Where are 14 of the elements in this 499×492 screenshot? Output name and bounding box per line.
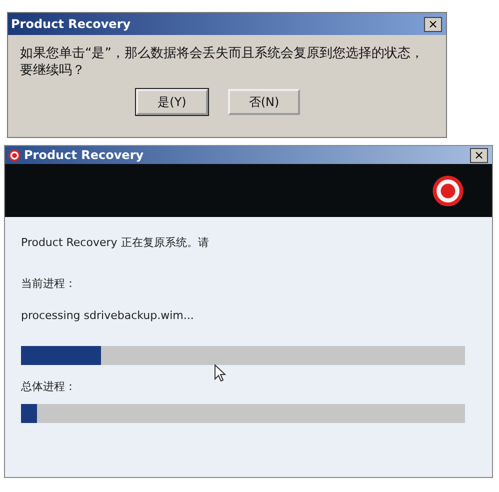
mouse-pointer-icon bbox=[214, 364, 226, 382]
window-title: Product Recovery bbox=[11, 17, 132, 31]
status-text: Product Recovery 正在复原系统。请 bbox=[21, 235, 210, 250]
progress-label: 当前进程： bbox=[21, 276, 77, 291]
dialog-button[interactable]: 是(Y) bbox=[136, 89, 208, 115]
dialog-button[interactable]: 否(N) bbox=[228, 89, 300, 115]
file-name: processing sdrivebackup.wim... bbox=[21, 309, 195, 322]
close-button[interactable]: × bbox=[470, 148, 488, 162]
lifebuoy-icon bbox=[431, 174, 465, 208]
progress-label: 总体进程： bbox=[21, 379, 77, 394]
dialog-message: 如果您单击“是”，那么数据将会丢失而且系统会复原到您选择的状态，要继续吗？ bbox=[20, 45, 424, 79]
window-title: Product Recovery bbox=[24, 148, 145, 162]
lifebuoy-icon bbox=[8, 148, 21, 162]
close-button[interactable]: × bbox=[424, 16, 442, 32]
